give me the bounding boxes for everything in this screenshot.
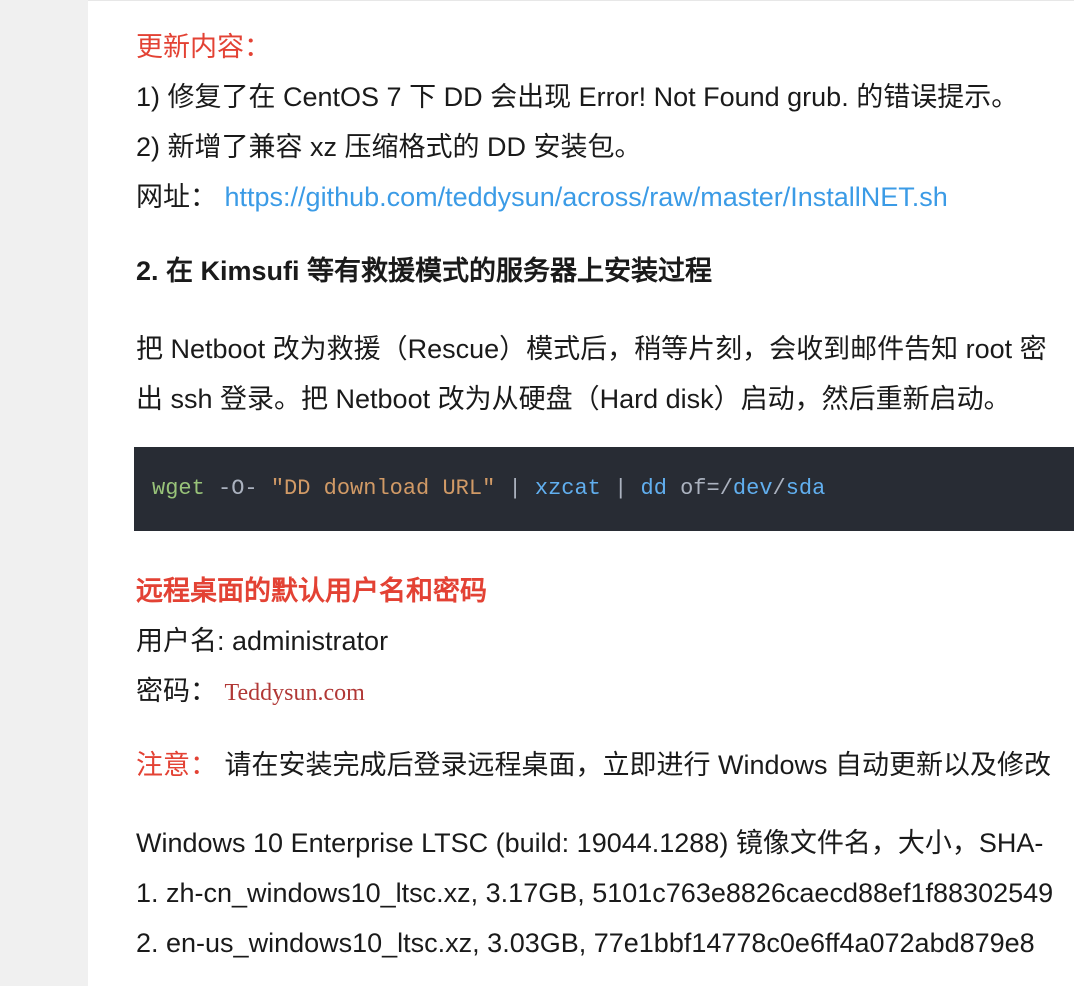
section-2-paragraph-line-2: 出 ssh 登录。把 Netboot 改为从硬盘（Hard disk）启动，然后… (136, 375, 1074, 425)
notice-line: 注意： 请在安装完成后登录远程桌面，立即进行 Windows 自动更新以及修改 (136, 741, 1074, 791)
code-of-eq: of= (667, 476, 720, 501)
code-pipe-1: | (495, 476, 535, 501)
code-dash-o: -O- (205, 476, 271, 501)
rdp-heading: 远程桌面的默认用户名和密码 (136, 567, 1074, 617)
notice-label: 注意： (136, 750, 217, 780)
code-dd: dd (641, 476, 667, 501)
url-link[interactable]: https://github.com/teddysun/across/raw/m… (225, 182, 948, 212)
image-row-2: 2. en-us_windows10_ltsc.xz, 3.03GB, 77e1… (136, 919, 1074, 969)
update-item-1: 1) 修复了在 CentOS 7 下 DD 会出现 Error! Not Fou… (136, 73, 1074, 123)
code-url-string: "DD download URL" (271, 476, 495, 501)
url-label: 网址： (136, 182, 225, 212)
url-line: 网址： https://github.com/teddysun/across/r… (136, 173, 1074, 223)
code-xzcat: xzcat (535, 476, 601, 501)
section-2-paragraph-line-1: 把 Netboot 改为救援（Rescue）模式后，稍等片刻，会收到邮件告知 r… (136, 325, 1074, 375)
update-heading: 更新内容： (136, 23, 1074, 73)
section-2-heading: 2. 在 Kimsufi 等有救援模式的服务器上安装过程 (136, 247, 1074, 297)
rdp-password-line: 密码： Teddysun.com (136, 667, 1074, 717)
code-pipe-2: | (601, 476, 641, 501)
image-list-heading: Windows 10 Enterprise LTSC (build: 19044… (136, 819, 1074, 869)
code-slash-2: / (773, 476, 786, 501)
article-body: 更新内容： 1) 修复了在 CentOS 7 下 DD 会出现 Error! N… (88, 0, 1074, 986)
notice-text: 请在安装完成后登录远程桌面，立即进行 Windows 自动更新以及修改 (217, 750, 1051, 780)
image-row-1: 1. zh-cn_windows10_ltsc.xz, 3.17GB, 5101… (136, 869, 1074, 919)
update-item-2: 2) 新增了兼容 xz 压缩格式的 DD 安装包。 (136, 123, 1074, 173)
rdp-password-value: Teddysun.com (225, 680, 365, 706)
code-dev: dev (733, 476, 773, 501)
code-sda: sda (786, 476, 826, 501)
rdp-username-line: 用户名: administrator (136, 617, 1074, 667)
code-wget: wget (152, 476, 205, 501)
code-block: wget -O- "DD download URL" | xzcat | dd … (134, 447, 1074, 532)
code-slash-1: / (720, 476, 733, 501)
rdp-password-label: 密码： (136, 676, 217, 706)
